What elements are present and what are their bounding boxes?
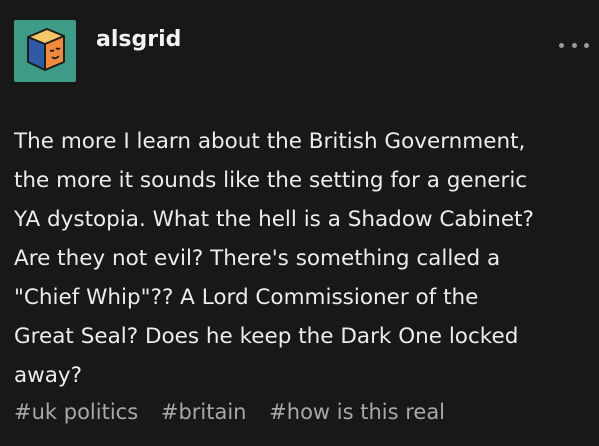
body-line: Great Seal? Does he keep the Dark One lo… [14,324,519,349]
tag-list: #uk politics #britain #how is this real [14,400,461,424]
body-line: Are they not evil? There's something cal… [14,246,501,271]
more-options-icon [559,42,564,48]
username-link[interactable]: alsgrid [96,27,181,52]
body-line: "Chief Whip"?? A Lord Commissioner of th… [14,285,479,310]
tag-link[interactable]: #uk politics [14,400,138,424]
more-options-button[interactable] [559,38,589,52]
post-body: The more I learn about the British Gover… [14,122,584,395]
cube-face-icon [27,28,65,71]
tag-link[interactable]: #britain [161,400,247,424]
tag-link[interactable]: #how is this real [269,400,445,424]
avatar[interactable] [14,20,76,82]
post-header: alsgrid [14,18,181,84]
body-line: the more it sounds like the setting for … [14,168,528,193]
body-line: away? [14,363,83,388]
post-card: alsgrid The more I learn about the Briti… [0,0,599,446]
body-line: The more I learn about the British Gover… [14,129,526,154]
body-line: YA dystopia. What the hell is a Shadow C… [14,207,534,232]
